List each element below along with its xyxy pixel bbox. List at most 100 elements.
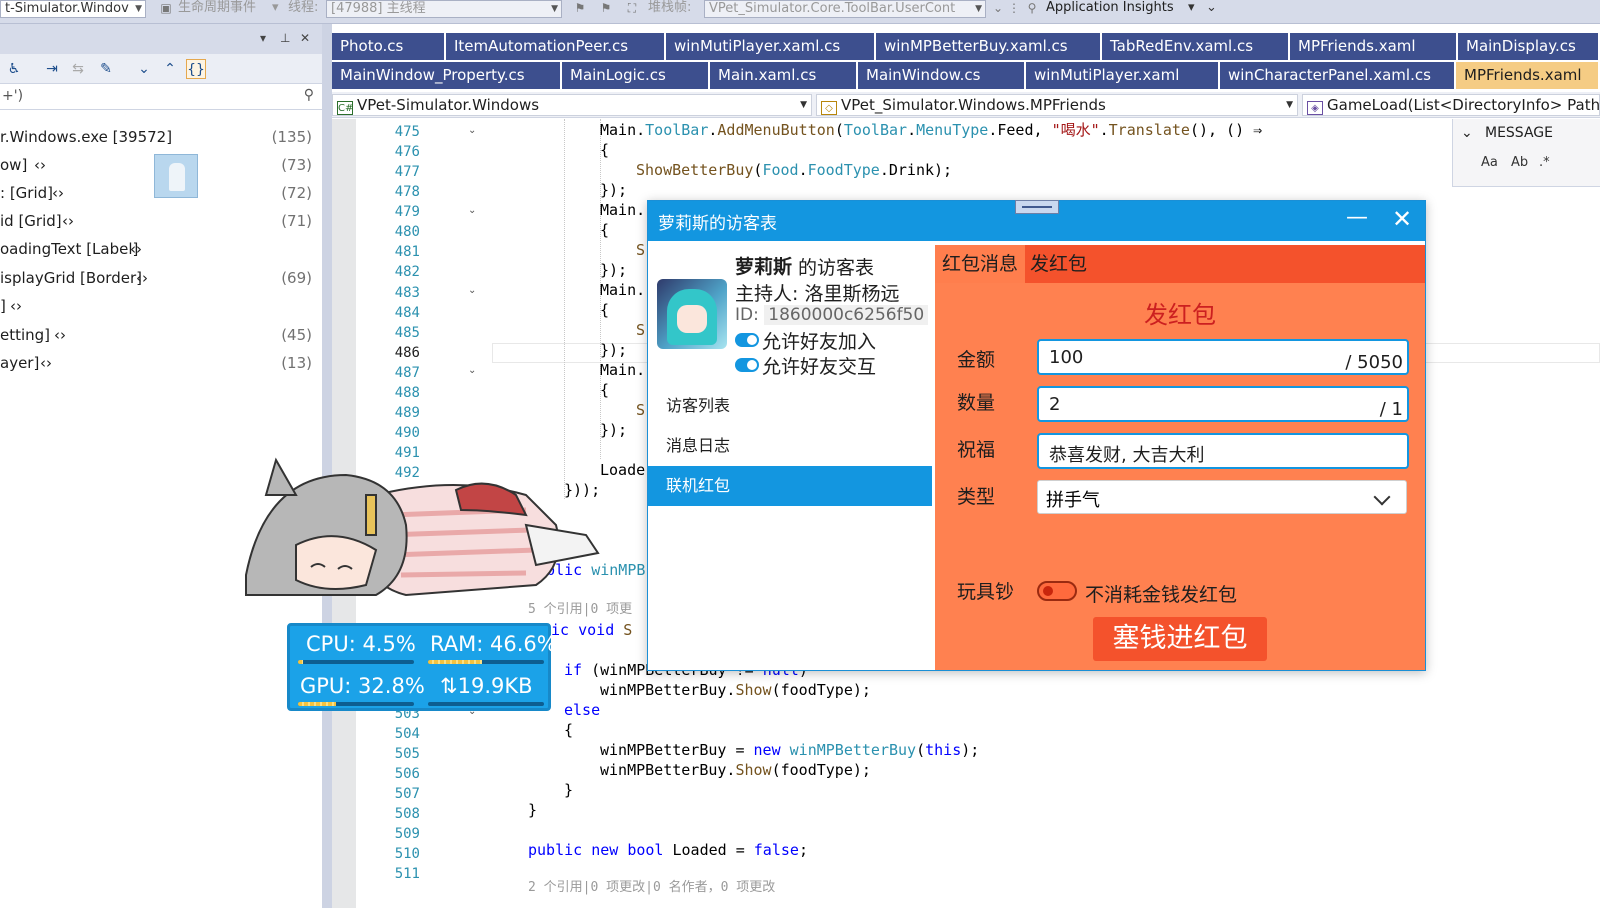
type-select[interactable]: 拼手气 — [1037, 480, 1407, 514]
room-id-label: ID: — [735, 305, 759, 325]
tree-row[interactable]: isplayGrid [Border] ‹› (69) — [0, 264, 320, 292]
expand-all-icon[interactable]: ⌄ — [134, 59, 154, 79]
code-line: S — [636, 321, 646, 339]
tab-mainlogic-cs[interactable]: MainLogic.cs — [562, 62, 710, 89]
chevron-down-icon — [1373, 488, 1391, 506]
startup-project-dropdown[interactable]: t-Simulator.Windov ▼ — [0, 0, 146, 18]
find-input[interactable]: MESSAGE — [1485, 125, 1553, 141]
tab-winmutiplayer-xaml-cs[interactable]: winMutiPlayer.xaml.cs — [666, 33, 876, 60]
stack-frame-label: 堆栈帧: — [648, 0, 692, 15]
dropdown-icon[interactable]: ▾ — [260, 31, 266, 45]
flag-threads-icon[interactable]: ⚑ — [598, 0, 614, 16]
nav-message-log[interactable]: 消息日志 — [648, 426, 932, 466]
type-dropdown[interactable]: ◇ VPet_Simulator.Windows.MPFriends ▼ — [816, 94, 1298, 116]
tab-wincharacterpanel-xaml-cs[interactable]: winCharacterPanel.xaml.cs — [1220, 62, 1456, 89]
select-element-icon[interactable]: ⇥ — [42, 59, 62, 79]
allow-interact-toggle[interactable] — [735, 358, 759, 372]
gpu-bar — [298, 702, 414, 706]
send-redpacket-button[interactable]: 塞钱进红包 — [1093, 617, 1267, 661]
code-line: { — [564, 721, 574, 739]
match-word-icon[interactable]: Ab — [1511, 155, 1528, 170]
blessing-field[interactable]: 恭喜发财, 大吉大利 — [1037, 433, 1409, 469]
codelens[interactable]: 2 个引用|0 项更改|0 名作者，0 项更改 — [528, 878, 775, 898]
thread-dropdown[interactable]: [47988] 主线程 ▼ — [326, 0, 562, 18]
fold-toggle-icon[interactable]: ⌄ — [468, 285, 476, 296]
sync-icon[interactable]: ⇆ — [68, 59, 88, 79]
filter-icon[interactable]: ⛶ — [624, 0, 640, 16]
tab-photo-cs[interactable]: Photo.cs — [332, 33, 446, 60]
line-number: 477 — [394, 164, 420, 180]
fold-toggle-icon[interactable]: ⌄ — [468, 365, 476, 376]
toy-money-toggle[interactable] — [1037, 581, 1077, 601]
find-toggle-icon[interactable]: ⌄ — [1461, 125, 1473, 141]
performance-monitor[interactable]: CPU: 4.5% RAM: 46.6% GPU: 32.8% ⇅19.9KB — [287, 623, 557, 711]
search-box[interactable]: +') ⚲ — [0, 84, 322, 110]
overflow-icon[interactable]: ⌄ — [1206, 0, 1217, 16]
search-input[interactable]: +') — [2, 88, 23, 104]
minimize-icon[interactable]: — — [1346, 205, 1368, 230]
tab-mainwindow-property-cs[interactable]: MainWindow_Property.cs — [332, 62, 562, 89]
project-dropdown[interactable]: C# VPet-Simulator.Windows ▼ — [332, 94, 812, 116]
allow-join-toggle[interactable] — [735, 333, 759, 347]
member-dropdown[interactable]: ◈ GameLoad(List<DirectoryInfo> Path — [1302, 94, 1600, 116]
type-value: VPet_Simulator.Windows.MPFriends — [841, 96, 1106, 114]
tree-row-name: oadingText [Label] — [0, 240, 139, 258]
search-icon[interactable]: ⚲ — [304, 87, 314, 103]
close-icon[interactable]: ✕ — [1392, 205, 1412, 233]
tree-row-count: (69) — [281, 269, 312, 287]
tab-send-redpacket[interactable]: 发红包 — [1023, 245, 1094, 283]
tab-main-xaml-cs[interactable]: Main.xaml.cs — [710, 62, 858, 89]
binding-indicator-icon: ‹› — [62, 212, 74, 230]
tab-winmpbetterbuy-xaml-cs[interactable]: winMPBetterBuy.xaml.cs — [876, 33, 1102, 60]
lifecycle-events-label[interactable]: 生命周期事件 — [178, 0, 256, 16]
tree-row[interactable]: ayer] ‹› (13) — [0, 349, 320, 377]
close-icon[interactable]: ✕ — [300, 31, 310, 45]
code-line: }); — [600, 341, 628, 359]
tree-row-name: id [Grid] — [0, 212, 62, 230]
application-insights-button[interactable]: Application Insights — [1046, 0, 1174, 16]
flag-icon[interactable]: ⚑ — [572, 0, 588, 16]
nav-online-redpacket[interactable]: 联机红包 — [648, 466, 932, 506]
nav-visitor-list[interactable]: 访客列表 — [648, 386, 932, 426]
code-line: winMPBetterBuy = new winMPBetterBuy(this… — [600, 741, 980, 759]
fold-toggle-icon[interactable]: ⌄ — [468, 205, 476, 216]
fold-toggle-icon[interactable]: ⌄ — [468, 125, 476, 136]
tab-mpfriends-xaml[interactable]: MPFriends.xaml — [1290, 33, 1458, 60]
grip-icon: ⋮ — [1008, 1, 1020, 15]
tab-redpacket-messages[interactable]: 红包消息 — [935, 245, 1026, 283]
tab-itemautomationpeer-cs[interactable]: ItemAutomationPeer.cs — [446, 33, 666, 60]
line-number: 482 — [394, 264, 420, 280]
tree-row[interactable]: r.Windows.exe [39572] (135) — [0, 123, 320, 151]
tree-row[interactable]: ] ‹› — [0, 292, 320, 320]
drag-handle[interactable] — [1015, 200, 1059, 214]
overflow-icon[interactable]: ⌄ — [990, 0, 1006, 16]
tab-winmutiplayer-xaml[interactable]: winMutiPlayer.xaml — [1026, 62, 1220, 89]
amount-field[interactable]: 100 / 5050 — [1037, 339, 1409, 375]
preview-figure — [169, 163, 185, 191]
match-case-icon[interactable]: Aa — [1481, 155, 1498, 170]
binding-icon[interactable]: {} — [186, 59, 206, 79]
ram-usage: RAM: 46.6% — [430, 632, 557, 656]
allow-interact-label: 允许好友交互 — [762, 356, 877, 378]
tree-row-count: (45) — [281, 326, 312, 344]
pin-icon[interactable]: ⊥ — [280, 31, 290, 45]
tab-maindisplay-cs[interactable]: MainDisplay.cs — [1458, 33, 1600, 60]
tree-row[interactable]: etting] ‹› (45) — [0, 321, 320, 349]
tree-row-name: r.Windows.exe [39572] — [0, 128, 173, 146]
count-field[interactable]: 2 / 1 — [1037, 386, 1409, 422]
wrench-icon[interactable]: ✎ — [96, 59, 116, 79]
tab-mpfriends-xaml-active[interactable]: MPFriends.xaml — [1456, 62, 1600, 89]
count-max: / 1 — [1379, 399, 1403, 420]
thread-value: [47988] 主线程 — [331, 1, 426, 16]
indent-guide — [564, 119, 565, 499]
accessibility-icon[interactable]: ♿ — [4, 59, 24, 79]
tab-tabredenv-xaml-cs[interactable]: TabRedEnv.xaml.cs — [1102, 33, 1290, 60]
regex-icon[interactable]: .* — [1539, 155, 1550, 170]
desktop-pet-character[interactable] — [226, 455, 606, 605]
stack-frame-dropdown[interactable]: VPet_Simulator.Core.ToolBar.UserCont ▼ — [704, 0, 986, 18]
tree-row[interactable]: id [Grid] ‹› (71) — [0, 207, 320, 235]
tab-mainwindow-cs[interactable]: MainWindow.cs — [858, 62, 1026, 89]
line-number: 507 — [394, 786, 420, 802]
collapse-all-icon[interactable]: ⌃ — [160, 59, 180, 79]
tree-row[interactable]: oadingText [Label] ‹› — [0, 235, 320, 263]
